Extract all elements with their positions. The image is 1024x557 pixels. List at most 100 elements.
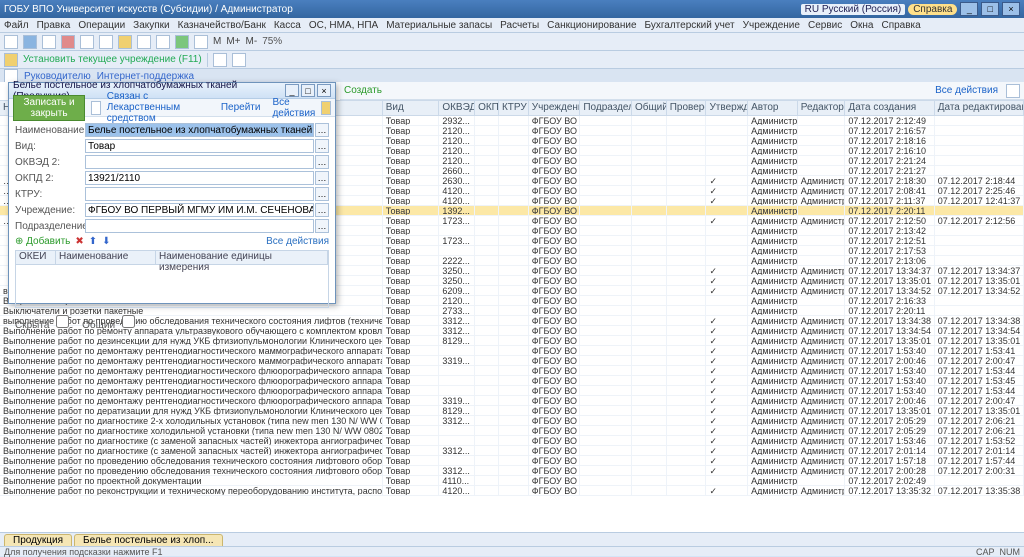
menu-accounting[interactable]: Бухгалтерский учет xyxy=(645,20,735,31)
find-icon[interactable] xyxy=(118,35,132,49)
sub-all-actions[interactable]: Все действия xyxy=(266,236,329,247)
help-icon[interactable] xyxy=(321,101,331,115)
col-ob[interactable]: Общий xyxy=(632,101,667,115)
related-drug-link[interactable]: Связан с Лекарственным средством xyxy=(107,91,215,124)
all-actions-button[interactable]: Все действия xyxy=(935,85,998,96)
col-red[interactable]: Редактор xyxy=(798,101,846,115)
menu-service[interactable]: Сервис xyxy=(808,20,842,31)
zoom-indicator[interactable]: 75% xyxy=(262,36,282,47)
table-row[interactable]: Выполнение работ по диагностике холодиль… xyxy=(0,426,1024,436)
calc-icon[interactable] xyxy=(175,35,189,49)
modal-close[interactable]: × xyxy=(317,84,331,97)
tab-linen[interactable]: Белье постельное из хлоп... xyxy=(74,534,223,546)
menu-stock[interactable]: Материальные запасы xyxy=(386,20,492,31)
common-checkbox[interactable]: Общий xyxy=(82,312,138,331)
del-icon[interactable]: ✖ xyxy=(75,236,83,247)
podr-sel-btn[interactable]: … xyxy=(315,219,329,233)
table-row[interactable]: Выполнение работ по дезинсекции для нужд… xyxy=(0,336,1024,346)
menu-file[interactable]: Файл xyxy=(4,20,29,31)
ktru-sel-btn[interactable]: … xyxy=(315,187,329,201)
menu-procure[interactable]: Закупки xyxy=(133,20,169,31)
add-button[interactable]: ⊕ Добавить xyxy=(15,236,70,247)
undo-icon[interactable] xyxy=(137,35,151,49)
col-okei[interactable]: ОКЕИ xyxy=(16,251,56,264)
help-button[interactable]: Справка xyxy=(908,4,957,15)
uchr-sel-btn[interactable]: … xyxy=(315,203,329,217)
search-icon[interactable] xyxy=(1006,84,1020,98)
table-row[interactable]: Выполнение работ по диагностике (с замен… xyxy=(0,436,1024,446)
uchr-field[interactable]: ФГБОУ ВО ПЕРВЫЙ МГМУ ИМ И.М. СЕЧЕНОВА МИ… xyxy=(85,203,314,217)
down-icon[interactable]: ⬇ xyxy=(102,236,110,247)
tab-products[interactable]: Продукция xyxy=(4,534,72,546)
menu-treasury[interactable]: Казначейство/Банк xyxy=(178,20,266,31)
nav-right-icon[interactable] xyxy=(232,53,246,67)
goto-link[interactable]: Перейти xyxy=(221,102,261,113)
col-avt[interactable]: Автор xyxy=(748,101,798,115)
menu-edit[interactable]: Правка xyxy=(37,20,71,31)
menu-windows[interactable]: Окна xyxy=(850,20,873,31)
col-dr[interactable]: Дата редактирования xyxy=(935,101,1024,115)
new-doc-icon[interactable] xyxy=(4,35,18,49)
menu-ops[interactable]: Операции xyxy=(78,20,125,31)
col-vid[interactable]: Вид xyxy=(383,101,440,115)
col-uchr[interactable]: Учреждение xyxy=(529,101,581,115)
col-dc[interactable]: Дата создания xyxy=(845,101,934,115)
table-row[interactable]: Выполнение работ по проведению обследова… xyxy=(0,466,1024,476)
modal-all-actions[interactable]: Все действия xyxy=(272,97,315,119)
menu-os[interactable]: ОС, НМА, НПА xyxy=(309,20,378,31)
modal-max[interactable]: □ xyxy=(301,84,315,97)
hidden-checkbox[interactable]: Скрыта xyxy=(15,312,72,331)
maximize-button[interactable]: □ xyxy=(981,2,999,16)
podr-field[interactable] xyxy=(85,219,314,233)
name-field[interactable]: Белье постельное из хлопчатобумажных тка… xyxy=(85,123,314,137)
table-row[interactable]: Выполнение работ по реконструкции и техн… xyxy=(0,486,1024,496)
modal-min[interactable]: _ xyxy=(285,84,299,97)
name-sel-btn[interactable]: … xyxy=(315,123,329,137)
table-row[interactable]: Выполнение работ по демонтажу рентгеноди… xyxy=(0,376,1024,386)
save-button[interactable]: Записать и закрыть xyxy=(13,95,85,121)
okpd-sel-btn[interactable]: … xyxy=(315,171,329,185)
units-grid[interactable]: ОКЕИ Наименование Наименование единицы и… xyxy=(15,250,329,308)
col-okved[interactable]: ОКВЭД 2 xyxy=(439,101,475,115)
okved-field[interactable] xyxy=(85,155,314,169)
table-row[interactable]: Выполнение работ по демонтажу рентгеноди… xyxy=(0,346,1024,356)
menu-help[interactable]: Справка xyxy=(881,20,920,31)
calendar-icon[interactable] xyxy=(194,35,208,49)
ktru-field[interactable] xyxy=(85,187,314,201)
menu-calc[interactable]: Расчеты xyxy=(500,20,539,31)
okpd-field[interactable]: 13921/2110 xyxy=(85,171,314,185)
nav-left-icon[interactable] xyxy=(213,53,227,67)
close-button[interactable]: × xyxy=(1002,2,1020,16)
cut-icon[interactable] xyxy=(61,35,75,49)
okved-sel-btn[interactable]: … xyxy=(315,155,329,169)
vid-sel-btn[interactable]: … xyxy=(315,139,329,153)
up-icon[interactable]: ⬆ xyxy=(89,236,97,247)
open-icon[interactable] xyxy=(23,35,37,49)
table-row[interactable]: Выполнение работ по проектной документац… xyxy=(0,476,1024,486)
table-row[interactable]: Выполнение работ по диагностике 2-х холо… xyxy=(0,416,1024,426)
lang-indicator[interactable]: RU Русский (Россия) xyxy=(801,4,906,15)
col-unit-name[interactable]: Наименование xyxy=(56,251,156,264)
table-row[interactable]: Выполнение работ по диагностике (с замен… xyxy=(0,446,1024,456)
write-icon[interactable] xyxy=(91,101,101,115)
menu-sanction[interactable]: Санкционирование xyxy=(547,20,636,31)
save-icon[interactable] xyxy=(42,35,56,49)
col-okp[interactable]: ОКП... xyxy=(475,101,499,115)
set-current-org[interactable]: Установить текущее учреждение (F11) xyxy=(23,54,202,65)
redo-icon[interactable] xyxy=(156,35,170,49)
table-row[interactable]: Выполнение работ по дератизации для нужд… xyxy=(0,406,1024,416)
paste-icon[interactable] xyxy=(99,35,113,49)
minimize-button[interactable]: _ xyxy=(960,2,978,16)
vid-field[interactable]: Товар xyxy=(85,139,314,153)
col-prov[interactable]: Проверен xyxy=(667,101,707,115)
table-row[interactable]: Выполнение работ по проведению обследова… xyxy=(0,456,1024,466)
menu-kassa[interactable]: Касса xyxy=(274,20,301,31)
table-row[interactable]: Выполнение работ по демонтажу рентгеноди… xyxy=(0,366,1024,376)
col-unit-measure[interactable]: Наименование единицы измерения xyxy=(156,251,328,264)
menu-org[interactable]: Учреждение xyxy=(743,20,800,31)
table-row[interactable]: Выполнение работ по демонтажу рентгеноди… xyxy=(0,386,1024,396)
col-podr[interactable]: Подразделение xyxy=(580,101,632,115)
table-row[interactable]: Выполнение работ по демонтажу рентгеноди… xyxy=(0,356,1024,366)
col-ktru[interactable]: КТРУ xyxy=(499,101,529,115)
col-utv[interactable]: Утвержден xyxy=(706,101,748,115)
